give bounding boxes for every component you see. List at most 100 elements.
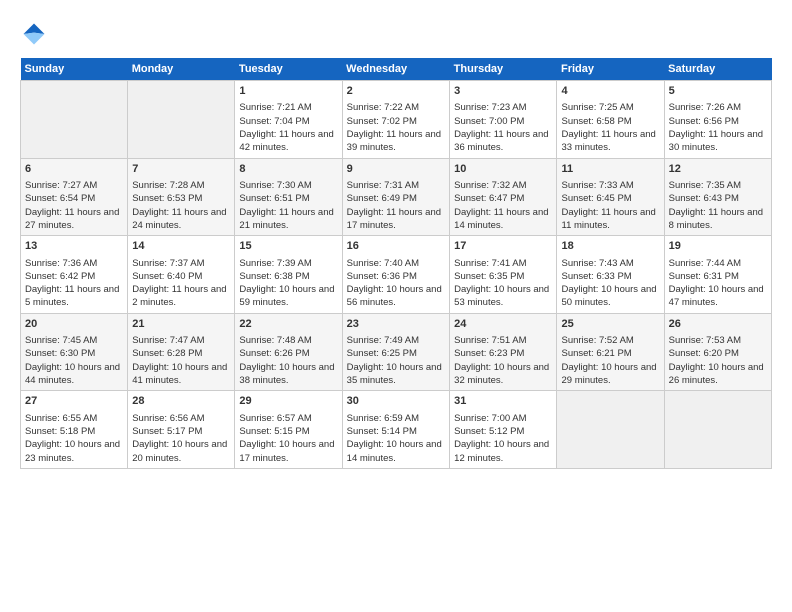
- day-info: Sunrise: 7:21 AMSunset: 7:04 PMDaylight:…: [239, 101, 337, 154]
- day-info: Sunrise: 7:40 AMSunset: 6:36 PMDaylight:…: [347, 257, 445, 310]
- day-number: 7: [132, 162, 230, 177]
- day-cell: 1 Sunrise: 7:21 AMSunset: 7:04 PMDaylight…: [235, 81, 342, 159]
- day-info: Sunrise: 7:00 AMSunset: 5:12 PMDaylight:…: [454, 412, 552, 465]
- day-number: 15: [239, 239, 337, 254]
- header-row: SundayMondayTuesdayWednesdayThursdayFrid…: [21, 58, 772, 81]
- day-number: 21: [132, 317, 230, 332]
- day-header-wednesday: Wednesday: [342, 58, 449, 81]
- week-row-1: 1 Sunrise: 7:21 AMSunset: 7:04 PMDaylight…: [21, 81, 772, 159]
- day-info: Sunrise: 7:31 AMSunset: 6:49 PMDaylight:…: [347, 179, 445, 232]
- day-cell: 2 Sunrise: 7:22 AMSunset: 7:02 PMDaylight…: [342, 81, 449, 159]
- day-cell: 25 Sunrise: 7:52 AMSunset: 6:21 PMDayligh…: [557, 313, 664, 391]
- week-row-4: 20 Sunrise: 7:45 AMSunset: 6:30 PMDayligh…: [21, 313, 772, 391]
- day-number: 29: [239, 394, 337, 409]
- day-info: Sunrise: 7:26 AMSunset: 6:56 PMDaylight:…: [669, 101, 767, 154]
- day-cell: 19Sunrise: 7:44 AMSunset: 6:31 PMDayligh…: [664, 236, 771, 314]
- day-number: 31: [454, 394, 552, 409]
- day-cell: 27 Sunrise: 6:55 AMSunset: 5:18 PMDayligh…: [21, 391, 128, 469]
- logo-icon: [20, 20, 48, 48]
- day-number: 30: [347, 394, 445, 409]
- day-info: Sunrise: 7:27 AMSunset: 6:54 PMDaylight:…: [25, 179, 123, 232]
- day-number: 1: [239, 84, 337, 99]
- day-number: 14: [132, 239, 230, 254]
- day-number: 4: [561, 84, 659, 99]
- day-info: Sunrise: 6:56 AMSunset: 5:17 PMDaylight:…: [132, 412, 230, 465]
- day-cell: 29Sunrise: 6:57 AMSunset: 5:15 PMDayligh…: [235, 391, 342, 469]
- day-info: Sunrise: 7:36 AMSunset: 6:42 PMDaylight:…: [25, 257, 123, 310]
- day-number: 27: [25, 394, 123, 409]
- day-number: 13: [25, 239, 123, 254]
- day-cell: 8 Sunrise: 7:30 AMSunset: 6:51 PMDaylight…: [235, 158, 342, 236]
- day-number: 5: [669, 84, 767, 99]
- day-info: Sunrise: 7:35 AMSunset: 6:43 PMDaylight:…: [669, 179, 767, 232]
- day-cell: 28 Sunrise: 6:56 AMSunset: 5:17 PMDayligh…: [128, 391, 235, 469]
- day-cell: 7Sunrise: 7:28 AMSunset: 6:53 PMDaylight…: [128, 158, 235, 236]
- day-number: 9: [347, 162, 445, 177]
- day-cell: [664, 391, 771, 469]
- day-cell: 12 Sunrise: 7:35 AMSunset: 6:43 PMDayligh…: [664, 158, 771, 236]
- day-cell: 10 Sunrise: 7:32 AMSunset: 6:47 PMDayligh…: [450, 158, 557, 236]
- day-info: Sunrise: 7:52 AMSunset: 6:21 PMDaylight:…: [561, 334, 659, 387]
- day-info: Sunrise: 7:47 AMSunset: 6:28 PMDaylight:…: [132, 334, 230, 387]
- day-cell: 9 Sunrise: 7:31 AMSunset: 6:49 PMDaylight…: [342, 158, 449, 236]
- page-header: [20, 20, 772, 48]
- day-info: Sunrise: 7:39 AMSunset: 6:38 PMDaylight:…: [239, 257, 337, 310]
- day-cell: 5 Sunrise: 7:26 AMSunset: 6:56 PMDaylight…: [664, 81, 771, 159]
- day-info: Sunrise: 7:32 AMSunset: 6:47 PMDaylight:…: [454, 179, 552, 232]
- day-info: Sunrise: 7:45 AMSunset: 6:30 PMDaylight:…: [25, 334, 123, 387]
- day-info: Sunrise: 7:30 AMSunset: 6:51 PMDaylight:…: [239, 179, 337, 232]
- day-number: 8: [239, 162, 337, 177]
- day-number: 22: [239, 317, 337, 332]
- day-cell: 16 Sunrise: 7:40 AMSunset: 6:36 PMDayligh…: [342, 236, 449, 314]
- day-cell: 21 Sunrise: 7:47 AMSunset: 6:28 PMDayligh…: [128, 313, 235, 391]
- day-info: Sunrise: 7:44 AMSunset: 6:31 PMDaylight:…: [669, 257, 767, 310]
- day-number: 3: [454, 84, 552, 99]
- day-cell: 4 Sunrise: 7:25 AMSunset: 6:58 PMDaylight…: [557, 81, 664, 159]
- day-header-thursday: Thursday: [450, 58, 557, 81]
- day-number: 6: [25, 162, 123, 177]
- logo: [20, 20, 52, 48]
- day-number: 24: [454, 317, 552, 332]
- day-number: 17: [454, 239, 552, 254]
- day-number: 16: [347, 239, 445, 254]
- day-cell: [21, 81, 128, 159]
- day-number: 20: [25, 317, 123, 332]
- day-info: Sunrise: 7:22 AMSunset: 7:02 PMDaylight:…: [347, 101, 445, 154]
- day-number: 10: [454, 162, 552, 177]
- day-number: 26: [669, 317, 767, 332]
- day-info: Sunrise: 7:53 AMSunset: 6:20 PMDaylight:…: [669, 334, 767, 387]
- day-header-tuesday: Tuesday: [235, 58, 342, 81]
- day-header-sunday: Sunday: [21, 58, 128, 81]
- day-info: Sunrise: 7:51 AMSunset: 6:23 PMDaylight:…: [454, 334, 552, 387]
- day-info: Sunrise: 6:59 AMSunset: 5:14 PMDaylight:…: [347, 412, 445, 465]
- day-info: Sunrise: 7:49 AMSunset: 6:25 PMDaylight:…: [347, 334, 445, 387]
- day-number: 25: [561, 317, 659, 332]
- day-info: Sunrise: 7:25 AMSunset: 6:58 PMDaylight:…: [561, 101, 659, 154]
- day-number: 28: [132, 394, 230, 409]
- week-row-3: 13 Sunrise: 7:36 AMSunset: 6:42 PMDayligh…: [21, 236, 772, 314]
- week-row-5: 27 Sunrise: 6:55 AMSunset: 5:18 PMDayligh…: [21, 391, 772, 469]
- day-cell: 24 Sunrise: 7:51 AMSunset: 6:23 PMDayligh…: [450, 313, 557, 391]
- day-info: Sunrise: 7:37 AMSunset: 6:40 PMDaylight:…: [132, 257, 230, 310]
- day-info: Sunrise: 7:33 AMSunset: 6:45 PMDaylight:…: [561, 179, 659, 232]
- day-info: Sunrise: 7:41 AMSunset: 6:35 PMDaylight:…: [454, 257, 552, 310]
- day-cell: 30 Sunrise: 6:59 AMSunset: 5:14 PMDayligh…: [342, 391, 449, 469]
- day-cell: 6 Sunrise: 7:27 AMSunset: 6:54 PMDaylight…: [21, 158, 128, 236]
- day-cell: 17 Sunrise: 7:41 AMSunset: 6:35 PMDayligh…: [450, 236, 557, 314]
- day-info: Sunrise: 7:43 AMSunset: 6:33 PMDaylight:…: [561, 257, 659, 310]
- day-info: Sunrise: 6:55 AMSunset: 5:18 PMDaylight:…: [25, 412, 123, 465]
- day-cell: 23Sunrise: 7:49 AMSunset: 6:25 PMDayligh…: [342, 313, 449, 391]
- day-header-monday: Monday: [128, 58, 235, 81]
- day-number: 2: [347, 84, 445, 99]
- day-cell: [557, 391, 664, 469]
- day-cell: 31 Sunrise: 7:00 AMSunset: 5:12 PMDayligh…: [450, 391, 557, 469]
- day-number: 18: [561, 239, 659, 254]
- day-number: 12: [669, 162, 767, 177]
- day-cell: 15 Sunrise: 7:39 AMSunset: 6:38 PMDayligh…: [235, 236, 342, 314]
- day-info: Sunrise: 7:48 AMSunset: 6:26 PMDaylight:…: [239, 334, 337, 387]
- day-cell: 13 Sunrise: 7:36 AMSunset: 6:42 PMDayligh…: [21, 236, 128, 314]
- day-number: 11: [561, 162, 659, 177]
- calendar-table: SundayMondayTuesdayWednesdayThursdayFrid…: [20, 58, 772, 469]
- day-cell: 22 Sunrise: 7:48 AMSunset: 6:26 PMDayligh…: [235, 313, 342, 391]
- day-cell: 11 Sunrise: 7:33 AMSunset: 6:45 PMDayligh…: [557, 158, 664, 236]
